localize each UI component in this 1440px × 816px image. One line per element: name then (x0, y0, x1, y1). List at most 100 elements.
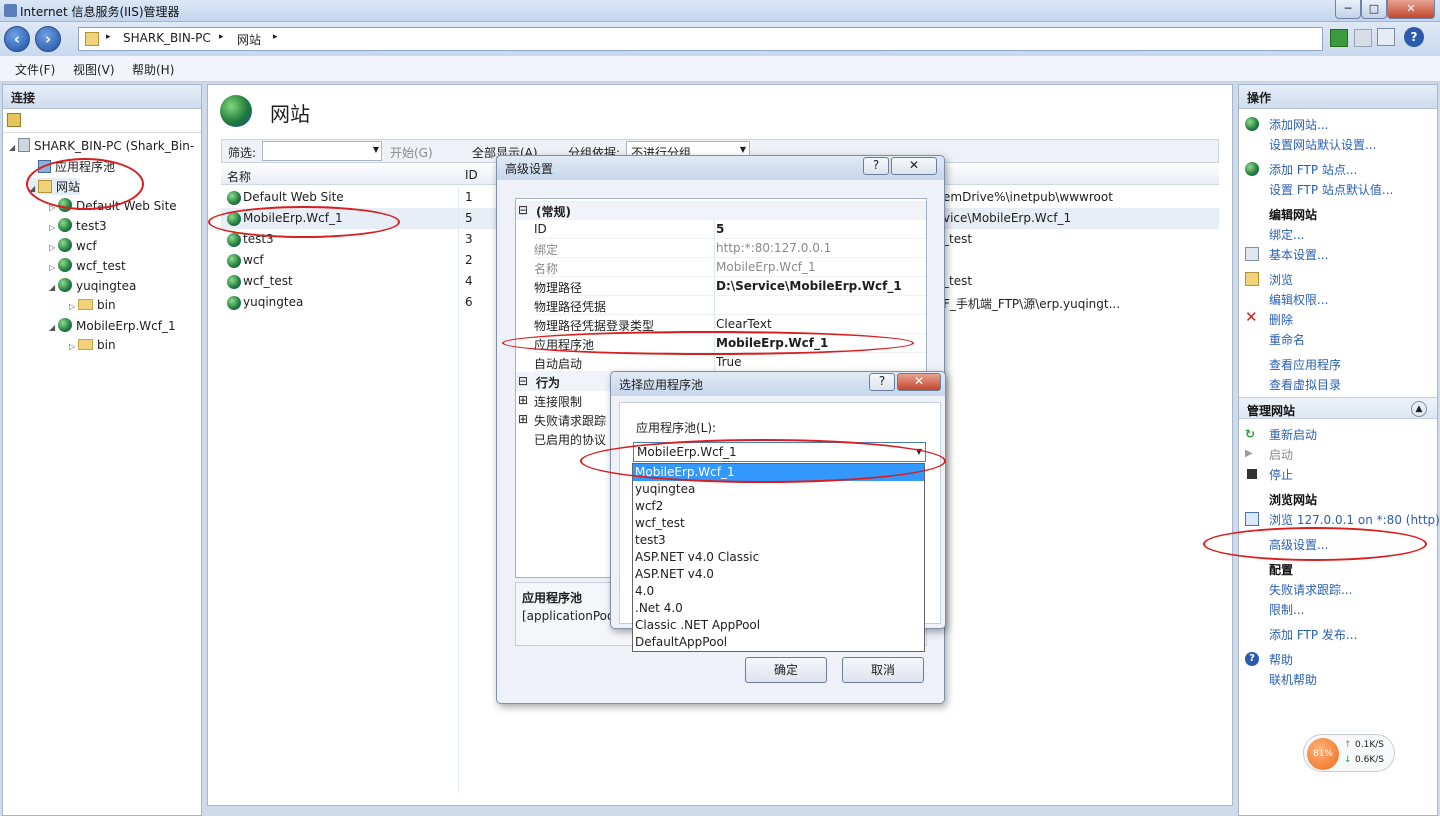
tree-item-server[interactable]: ◢ SHARK_BIN-PC (Shark_Bin- (9, 138, 194, 153)
column-id[interactable]: ID (465, 168, 478, 182)
action-add-ftp-publishing[interactable]: 添加 FTP 发布... (1269, 626, 1357, 643)
app-pool-option[interactable]: DefaultAppPool (633, 634, 924, 651)
help-button[interactable]: ? (863, 157, 889, 175)
refresh-icon[interactable] (1330, 29, 1348, 47)
action-add-ftp[interactable]: 添加 FTP 站点... (1269, 161, 1357, 178)
basic-settings-icon (1245, 247, 1259, 261)
action-restart[interactable]: 重新启动 (1269, 426, 1317, 443)
app-pool-option[interactable]: wcf_test (633, 515, 924, 532)
globe-icon (58, 238, 72, 252)
globe-icon (227, 191, 241, 205)
action-site-defaults[interactable]: 设置网站默认设置... (1269, 136, 1376, 153)
property-row-id[interactable]: ID 5 (534, 220, 926, 239)
close-button[interactable]: ✕ (897, 373, 941, 391)
start-icon: ▶ (1245, 448, 1253, 459)
action-failed-request-tracing[interactable]: 失败请求跟踪... (1269, 581, 1352, 598)
home-icon[interactable] (1377, 28, 1395, 46)
help-button[interactable]: ? (869, 373, 895, 391)
action-ftp-defaults[interactable]: 设置 FTP 站点默认值... (1269, 181, 1393, 198)
close-button[interactable]: ✕ (1387, 0, 1435, 19)
action-delete[interactable]: 删除 (1269, 311, 1293, 328)
connect-icon[interactable] (7, 113, 21, 127)
tree-item-yuqingtea[interactable]: ◢ yuqingtea (49, 278, 136, 293)
start-button[interactable]: 开始(G) (390, 144, 433, 161)
ok-button[interactable]: 确定 (745, 657, 827, 683)
download-arrow-icon: ↓ (1344, 755, 1352, 765)
app-pool-option[interactable]: wcf2 (633, 498, 924, 515)
property-group-general[interactable]: ⊟ (常规) (516, 201, 926, 220)
property-row-auto-start[interactable]: 自动启动 True (534, 353, 926, 372)
manage-site-header[interactable]: 管理网站 ▲ (1239, 397, 1437, 419)
stop-icon[interactable] (1354, 29, 1372, 47)
action-online-help[interactable]: 联机帮助 (1269, 671, 1317, 688)
address-segment-server[interactable]: SHARK_BIN-PC (123, 31, 211, 45)
menu-view[interactable]: 视图(V) (73, 61, 115, 78)
action-view-virtual-dirs[interactable]: 查看虚拟目录 (1269, 376, 1341, 393)
close-button[interactable]: ✕ (891, 157, 937, 175)
filter-input[interactable]: ▼ (262, 141, 382, 161)
property-row-name[interactable]: 名称 MobileErp.Wcf_1 (534, 258, 926, 277)
app-pool-option[interactable]: ASP.NET v4.0 Classic (633, 549, 924, 566)
tree-item-test3[interactable]: ▷ test3 (49, 218, 107, 233)
app-pool-option[interactable]: test3 (633, 532, 924, 549)
title-bar: Internet 信息服务(IIS)管理器 ─ □ ✕ (0, 0, 1440, 22)
chevron-down-icon: ▼ (739, 145, 746, 154)
section-manage-site: 管理网站 (1247, 404, 1296, 418)
globe-icon (58, 218, 72, 232)
action-browse[interactable]: 浏览 (1269, 271, 1293, 288)
maximize-button[interactable]: □ (1361, 0, 1387, 19)
action-start[interactable]: 启动 (1269, 446, 1293, 463)
upload-arrow-icon: ↑ (1344, 740, 1352, 750)
filter-label: 筛选: (228, 146, 257, 160)
network-meter: 81% ↑ 0.1K/S ↓ 0.6K/S (1303, 734, 1395, 772)
forward-icon[interactable]: › (35, 26, 61, 52)
menu-file[interactable]: 文件(F) (15, 61, 55, 78)
annotation-oval (26, 158, 144, 210)
minimize-button[interactable]: ─ (1335, 0, 1361, 19)
action-browse-link[interactable]: 浏览 127.0.0.1 on *:80 (http) (1269, 511, 1440, 528)
app-pool-option[interactable]: yuqingtea (633, 481, 924, 498)
action-basic-settings[interactable]: 基本设置... (1269, 246, 1328, 263)
property-row-credentials[interactable]: 物理路径凭据 (534, 296, 926, 315)
column-name[interactable]: 名称 (227, 168, 251, 185)
page-title: 网站 (270, 102, 310, 126)
globe-icon (227, 254, 241, 268)
collapse-icon[interactable]: ▲ (1411, 401, 1427, 417)
app-pool-option[interactable]: ASP.NET v4.0 (633, 566, 924, 583)
action-add-site[interactable]: 添加网站... (1269, 116, 1328, 133)
back-icon[interactable]: ‹ (4, 26, 30, 52)
cancel-button[interactable]: 取消 (842, 657, 924, 683)
help-icon[interactable]: ? (1404, 27, 1424, 47)
address-segment-sites[interactable]: 网站 (237, 31, 261, 48)
action-help[interactable]: 帮助 (1269, 651, 1293, 668)
action-limits[interactable]: 限制... (1269, 601, 1304, 618)
action-bindings[interactable]: 绑定... (1269, 226, 1304, 243)
action-edit-permissions[interactable]: 编辑权限... (1269, 291, 1328, 308)
app-pool-option[interactable]: Classic .NET AppPool (633, 617, 924, 634)
browse-web-icon (1245, 512, 1259, 526)
app-pool-option[interactable]: 4.0 (633, 583, 924, 600)
address-separator-icon: ▸ (106, 32, 111, 42)
add-ftp-icon (1245, 162, 1259, 176)
tree-item-wcf-test[interactable]: ▷ wcf_test (49, 258, 126, 273)
annotation-oval (208, 206, 400, 238)
property-row-physical-path[interactable]: 物理路径 D:\Service\MobileErp.Wcf_1 (534, 277, 926, 296)
iis-app-icon (4, 4, 17, 17)
action-stop[interactable]: 停止 (1269, 466, 1293, 483)
globe-icon (227, 275, 241, 289)
action-rename[interactable]: 重命名 (1269, 331, 1305, 348)
app-pool-option[interactable]: .Net 4.0 (633, 600, 924, 617)
tree-item-wcf[interactable]: ▷ wcf (49, 238, 97, 253)
property-row-bindings[interactable]: 绑定 http:*:80:127.0.0.1 (534, 239, 926, 258)
delete-icon: ✕ (1245, 308, 1258, 326)
menu-help[interactable]: 帮助(H) (132, 61, 174, 78)
tree-item-bin[interactable]: ▷ bin (69, 298, 116, 312)
section-browse-site: 浏览网站 (1269, 493, 1318, 507)
action-view-applications[interactable]: 查看应用程序 (1269, 356, 1341, 373)
folder-icon (78, 299, 93, 310)
tree-item-mobileerp[interactable]: ◢ MobileErp.Wcf_1 (49, 318, 176, 333)
address-bar[interactable]: ▸ SHARK_BIN-PC ▸ 网站 ▸ (78, 27, 1323, 51)
tree-item-bin[interactable]: ▷ bin (69, 338, 116, 352)
annotation-oval (580, 439, 946, 483)
cpu-percent: 81% (1307, 738, 1339, 770)
